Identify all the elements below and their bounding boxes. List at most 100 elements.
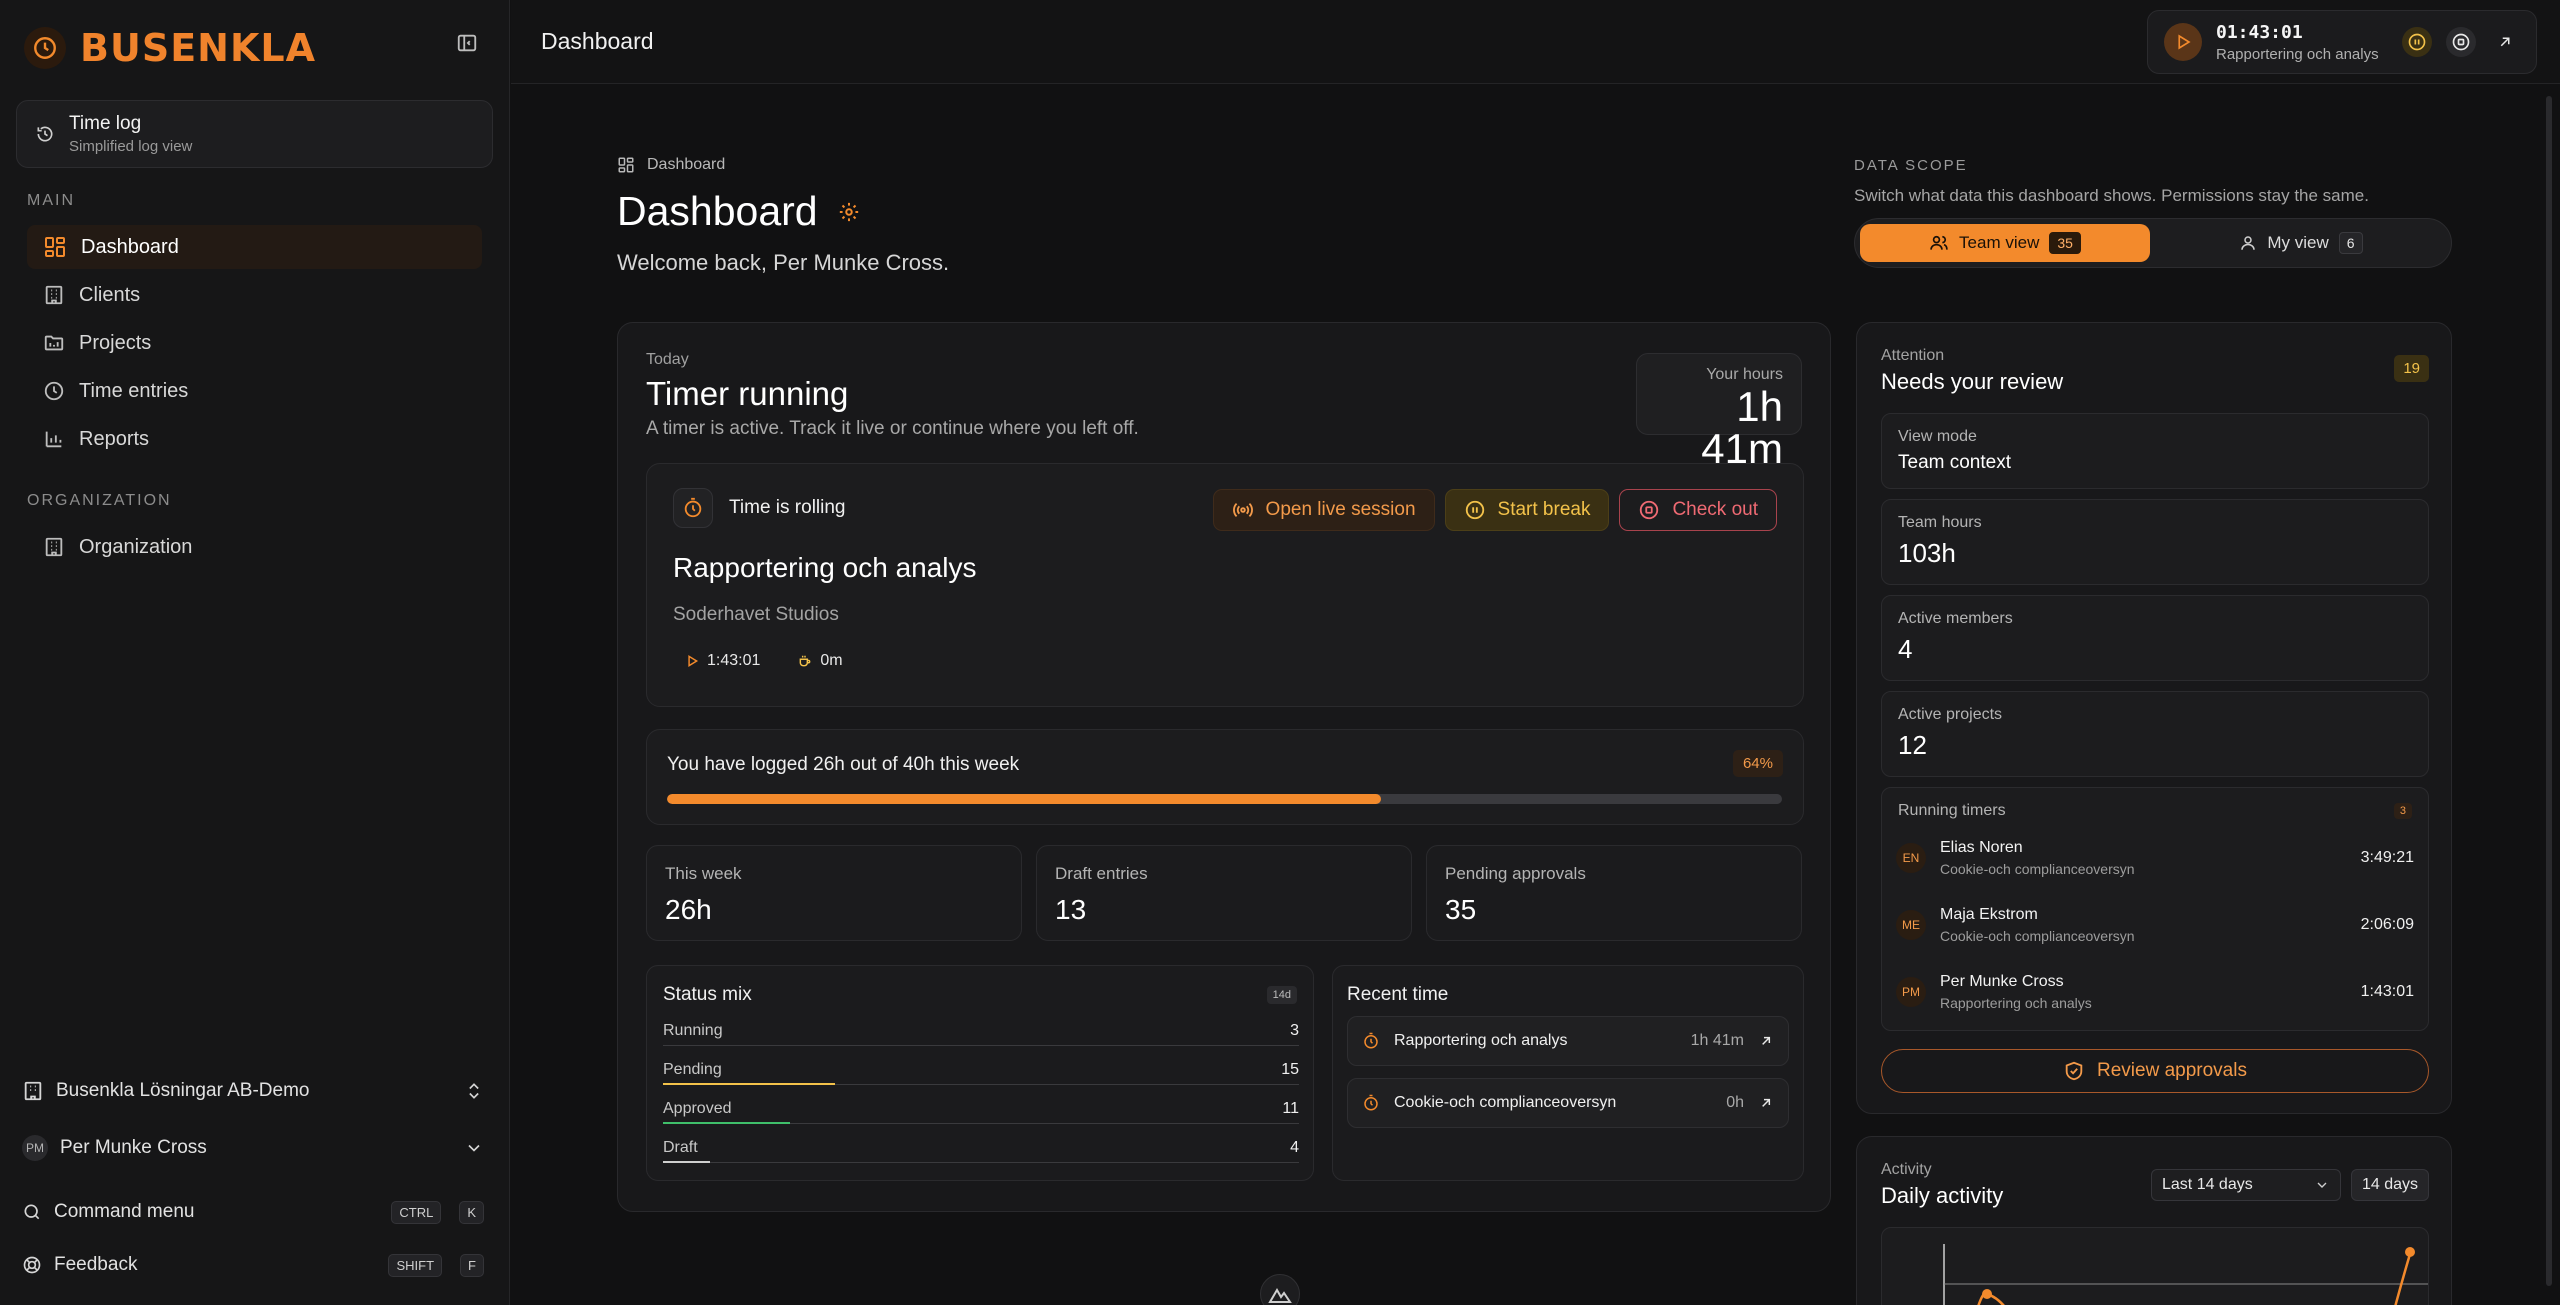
- avatar: EN: [1896, 843, 1926, 873]
- external-link-icon[interactable]: [2490, 27, 2520, 57]
- coffee-icon: [798, 654, 812, 668]
- running-timer-row[interactable]: EN Elias Noren Cookie-och complianceover…: [1896, 830, 2414, 886]
- view-mode-box: View mode Team context: [1881, 413, 2429, 489]
- header-timer-widget[interactable]: 01:43:01 Rapportering och analys: [2147, 10, 2537, 74]
- timer-icon: [673, 488, 713, 528]
- active-timer-chips: 1:43:01 0m: [673, 644, 855, 678]
- recent-time-row[interactable]: Rapportering och analys 1h 41m: [1347, 1016, 1789, 1066]
- status-value: 15: [1281, 1061, 1299, 1078]
- chart-series-line: [1977, 1291, 2005, 1305]
- stat-value: 13: [1055, 894, 1087, 925]
- chevrons-up-down-icon: [464, 1081, 484, 1101]
- break-value: 0m: [820, 652, 843, 669]
- lifebuoy-icon: [22, 1255, 42, 1275]
- active-members-box: Active members 4: [1881, 595, 2429, 681]
- check-out-button[interactable]: Check out: [1619, 489, 1777, 531]
- stop-icon: [1638, 499, 1660, 521]
- user-menu[interactable]: PM Per Munke Cross: [22, 1128, 484, 1168]
- avatar: ME: [1896, 910, 1926, 940]
- sidebar-item-organization[interactable]: Organization: [27, 525, 482, 569]
- active-timer-panel: Time is rolling Open live session Start …: [646, 463, 1804, 707]
- shortcut-key: CTRL: [391, 1200, 442, 1224]
- external-link-icon[interactable]: [1758, 1095, 1774, 1111]
- brand-name: BUSENKLA: [80, 26, 317, 70]
- sidebar-item-time-entries[interactable]: Time entries: [27, 369, 482, 413]
- activity-range-select[interactable]: Last 14 days: [2151, 1169, 2341, 1201]
- page-title-text: Dashboard: [617, 188, 818, 234]
- status-value: 3: [1290, 1022, 1299, 1039]
- stat-label: Draft entries: [1055, 864, 1148, 883]
- active-project-name: Rapportering och analys: [673, 552, 977, 583]
- weekly-progress-percent: 64%: [1732, 750, 1783, 777]
- active-projects-label: Active projects: [1898, 706, 2003, 723]
- external-link-icon[interactable]: [1758, 1033, 1774, 1049]
- review-approvals-button[interactable]: Review approvals: [1881, 1049, 2429, 1093]
- running-timer-name: Elias Noren: [1940, 839, 2023, 856]
- collapse-sidebar-icon[interactable]: [456, 32, 480, 56]
- running-timers-header: Running timers 3: [1898, 802, 2412, 820]
- stat-label: This week: [665, 864, 742, 883]
- status-name: Pending: [663, 1061, 722, 1078]
- chevron-down-icon: [464, 1138, 484, 1158]
- start-break-button[interactable]: Start break: [1444, 489, 1610, 531]
- my-view-option[interactable]: My view 6: [2156, 224, 2446, 262]
- running-timer-row[interactable]: ME Maja Ekstrom Cookie-och complianceove…: [1896, 897, 2414, 953]
- view-mode-label: View mode: [1898, 428, 1977, 445]
- status-bar: [663, 1083, 835, 1085]
- sidebar-item-label: Time entries: [79, 379, 189, 402]
- folder-icon: [43, 332, 65, 354]
- status-mix-range: 14d: [1266, 986, 1297, 1004]
- brand[interactable]: BUSENKLA: [24, 26, 316, 70]
- my-view-label: My view: [2267, 233, 2329, 252]
- gear-icon[interactable]: [838, 201, 860, 223]
- sidebar-item-projects[interactable]: Projects: [27, 321, 482, 365]
- attention-eyebrow: Attention: [1881, 347, 1945, 364]
- command-menu-button[interactable]: Command menu CTRL K: [22, 1192, 484, 1232]
- recent-time-title: Recent time: [1347, 984, 1449, 1005]
- pause-icon: [1464, 499, 1486, 521]
- sidebar-item-clients[interactable]: Clients: [27, 273, 482, 317]
- page-scrollbar[interactable]: [2546, 96, 2552, 1286]
- feedback-label: Feedback: [54, 1254, 138, 1275]
- user-icon: [2239, 234, 2257, 252]
- avatar: PM: [22, 1135, 48, 1161]
- chevron-down-icon: [2314, 1177, 2330, 1193]
- dev-tools-icon[interactable]: [1260, 1274, 1300, 1305]
- recent-time-name: Cookie-och complianceoversyn: [1394, 1094, 1617, 1111]
- pause-icon[interactable]: [2402, 27, 2432, 57]
- active-projects-value: 12: [1898, 730, 1927, 760]
- running-timers-label: Running timers: [1898, 802, 2006, 819]
- running-timer-row[interactable]: PM Per Munke Cross Rapportering och anal…: [1896, 964, 2414, 1020]
- today-eyebrow: Today: [646, 351, 689, 368]
- time-log-card[interactable]: Time log Simplified log view: [16, 100, 493, 168]
- sidebar-item-label: Reports: [79, 427, 150, 450]
- shortcut-key: F: [460, 1253, 484, 1277]
- header-title: Dashboard: [541, 28, 654, 54]
- team-view-option[interactable]: Team view 35: [1860, 224, 2150, 262]
- your-hours-box: Your hours 1h 41m: [1636, 353, 1802, 470]
- attention-title: Needs your review: [1881, 369, 2064, 394]
- sidebar-item-reports[interactable]: Reports: [27, 417, 482, 461]
- search-icon: [22, 1202, 42, 1222]
- activity-range-value: Last 14 days: [2162, 1176, 2253, 1193]
- recent-time-row[interactable]: Cookie-och complianceoversyn 0h: [1347, 1078, 1789, 1128]
- workspace-switcher[interactable]: Busenkla Lösningar AB-Demo: [22, 1071, 484, 1111]
- view-mode-value: Team context: [1898, 452, 2011, 473]
- shield-check-icon: [2063, 1060, 2085, 1082]
- running-timers-box: Running timers 3 EN Elias Noren Cookie-o…: [1881, 787, 2429, 1031]
- sidebar-item-dashboard[interactable]: Dashboard: [27, 225, 482, 269]
- stop-icon[interactable]: [2446, 27, 2476, 57]
- recent-time-duration: 0h: [1726, 1094, 1744, 1111]
- building-icon: [43, 536, 65, 558]
- data-scope-description: Switch what data this dashboard shows. P…: [1854, 186, 2369, 205]
- stat-value: 35: [1445, 894, 1477, 925]
- status-row-draft: Draft 4: [663, 1133, 1299, 1171]
- play-icon[interactable]: [2164, 23, 2202, 61]
- time-log-title: Time log: [69, 113, 142, 134]
- feedback-button[interactable]: Feedback SHIFT F: [22, 1245, 484, 1285]
- open-live-session-button[interactable]: Open live session: [1212, 489, 1435, 531]
- sidebar: BUSENKLA Time log Simplified log view MA…: [0, 0, 510, 1305]
- building-icon: [43, 284, 65, 306]
- my-view-count: 6: [2338, 232, 2363, 254]
- timer-icon: [1362, 1094, 1380, 1112]
